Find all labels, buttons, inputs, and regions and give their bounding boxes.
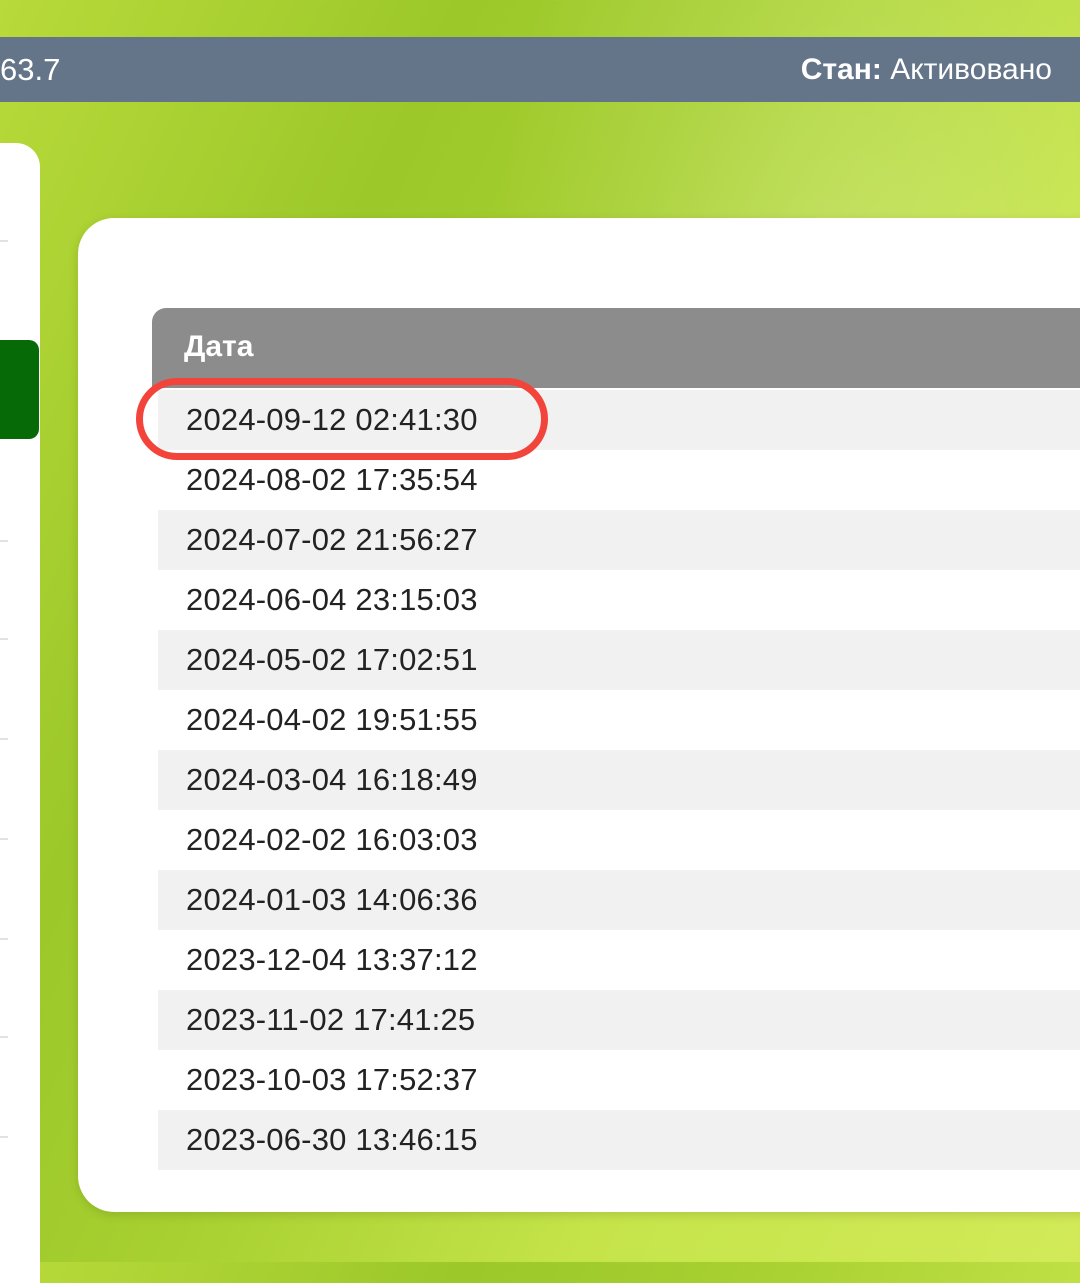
sidebar-divider <box>0 1036 8 1038</box>
table-row[interactable]: 2024-02-02 16:03:03 <box>158 810 1080 870</box>
table-row[interactable]: 2024-01-03 14:06:36 <box>158 870 1080 930</box>
table-row[interactable]: 2023-06-30 13:46:15 <box>158 1110 1080 1170</box>
table-row[interactable]: 2024-04-02 19:51:55 <box>158 690 1080 750</box>
table-row[interactable]: 2023-11-02 17:41:25 <box>158 990 1080 1050</box>
table-header-date[interactable]: Дата <box>152 308 1080 388</box>
sidebar-panel <box>0 143 40 1283</box>
sidebar-divider <box>0 638 8 640</box>
table-row[interactable]: 2024-05-02 17:02:51 <box>158 630 1080 690</box>
topbar-value: 63.7 <box>0 52 61 87</box>
table-row[interactable]: 2023-12-04 13:37:12 <box>158 930 1080 990</box>
status-text: Стан: Активовано <box>801 37 1052 102</box>
sidebar-divider <box>0 1136 8 1138</box>
date-table-body: 2024-09-12 02:41:30 2024-08-02 17:35:54 … <box>158 390 1080 1170</box>
sidebar-divider <box>0 938 8 940</box>
table-row[interactable]: 2024-03-04 16:18:49 <box>158 750 1080 810</box>
table-row[interactable]: 2024-06-04 23:15:03 <box>158 570 1080 630</box>
status-label: Стан: <box>800 53 882 86</box>
sidebar-divider <box>0 540 8 542</box>
table-row[interactable]: 2023-10-03 17:52:37 <box>158 1050 1080 1110</box>
sidebar-divider <box>0 838 8 840</box>
top-status-bar: 63.7 Стан: Активовано <box>0 37 1080 102</box>
table-row[interactable]: 2024-09-12 02:41:30 <box>158 390 1080 450</box>
sidebar-item-active[interactable] <box>0 340 39 439</box>
table-row[interactable]: 2024-08-02 17:35:54 <box>158 450 1080 510</box>
table-row[interactable]: 2024-07-02 21:56:27 <box>158 510 1080 570</box>
status-value: Активовано <box>890 53 1052 86</box>
sidebar-divider <box>0 738 8 740</box>
sidebar-divider <box>0 240 8 242</box>
